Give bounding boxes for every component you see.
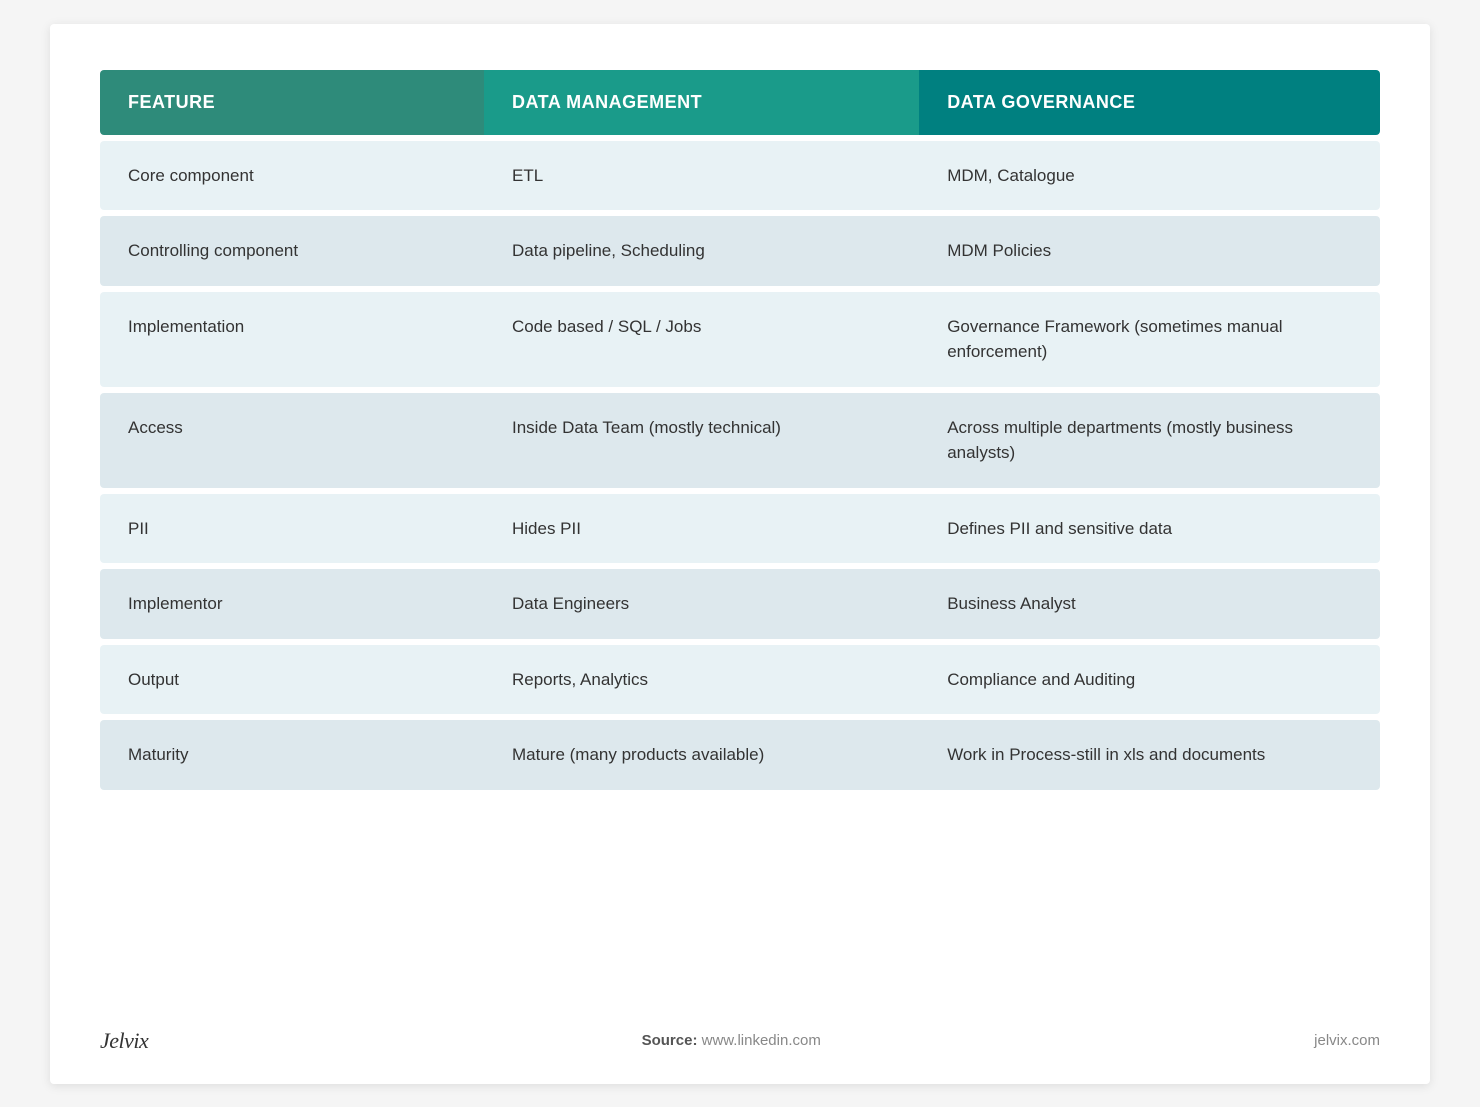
cell-feature: Output bbox=[100, 645, 484, 715]
cell-data-management: ETL bbox=[484, 141, 919, 211]
cell-data-governance: MDM Policies bbox=[919, 216, 1380, 286]
col-header-data-governance: DATA GOVERNANCE bbox=[919, 70, 1380, 135]
cell-feature: PII bbox=[100, 494, 484, 564]
source-url: www.linkedin.com bbox=[702, 1032, 821, 1049]
source-label: Source: bbox=[642, 1032, 698, 1049]
table-row: OutputReports, AnalyticsCompliance and A… bbox=[100, 645, 1380, 715]
footer-logo: Jelvix bbox=[100, 1028, 148, 1054]
page-container: FEATURE DATA MANAGEMENT DATA GOVERNANCE … bbox=[50, 24, 1430, 1084]
table-wrapper: FEATURE DATA MANAGEMENT DATA GOVERNANCE … bbox=[100, 64, 1380, 796]
footer-source: Source: www.linkedin.com bbox=[642, 1032, 821, 1049]
cell-data-governance: Business Analyst bbox=[919, 569, 1380, 639]
cell-data-management: Reports, Analytics bbox=[484, 645, 919, 715]
cell-feature: Controlling component bbox=[100, 216, 484, 286]
cell-feature: Access bbox=[100, 393, 484, 488]
cell-data-management: Data pipeline, Scheduling bbox=[484, 216, 919, 286]
cell-data-governance: MDM, Catalogue bbox=[919, 141, 1380, 211]
table-row: AccessInside Data Team (mostly technical… bbox=[100, 393, 1380, 488]
cell-data-governance: Defines PII and sensitive data bbox=[919, 494, 1380, 564]
cell-data-management: Inside Data Team (mostly technical) bbox=[484, 393, 919, 488]
table-header-row: FEATURE DATA MANAGEMENT DATA GOVERNANCE bbox=[100, 70, 1380, 135]
table-row: MaturityMature (many products available)… bbox=[100, 720, 1380, 790]
cell-data-management: Data Engineers bbox=[484, 569, 919, 639]
cell-feature: Implementation bbox=[100, 292, 484, 387]
cell-data-management: Mature (many products available) bbox=[484, 720, 919, 790]
logo-text: Jelvix bbox=[100, 1028, 148, 1053]
table-row: Controlling componentData pipeline, Sche… bbox=[100, 216, 1380, 286]
table-row: PIIHides PIIDefines PII and sensitive da… bbox=[100, 494, 1380, 564]
col-header-feature: FEATURE bbox=[100, 70, 484, 135]
cell-data-governance: Compliance and Auditing bbox=[919, 645, 1380, 715]
cell-data-management: Hides PII bbox=[484, 494, 919, 564]
table-body: Core componentETLMDM, CatalogueControlli… bbox=[100, 141, 1380, 790]
table-row: ImplementorData EngineersBusiness Analys… bbox=[100, 569, 1380, 639]
cell-data-governance: Governance Framework (sometimes manual e… bbox=[919, 292, 1380, 387]
cell-data-governance: Across multiple departments (mostly busi… bbox=[919, 393, 1380, 488]
footer-url: jelvix.com bbox=[1314, 1032, 1380, 1049]
table-row: Core componentETLMDM, Catalogue bbox=[100, 141, 1380, 211]
footer: Jelvix Source: www.linkedin.com jelvix.c… bbox=[100, 1008, 1380, 1054]
cell-feature: Core component bbox=[100, 141, 484, 211]
comparison-table: FEATURE DATA MANAGEMENT DATA GOVERNANCE … bbox=[100, 64, 1380, 796]
cell-feature: Maturity bbox=[100, 720, 484, 790]
col-header-data-management: DATA MANAGEMENT bbox=[484, 70, 919, 135]
cell-data-management: Code based / SQL / Jobs bbox=[484, 292, 919, 387]
cell-feature: Implementor bbox=[100, 569, 484, 639]
cell-data-governance: Work in Process-still in xls and documen… bbox=[919, 720, 1380, 790]
table-row: ImplementationCode based / SQL / JobsGov… bbox=[100, 292, 1380, 387]
